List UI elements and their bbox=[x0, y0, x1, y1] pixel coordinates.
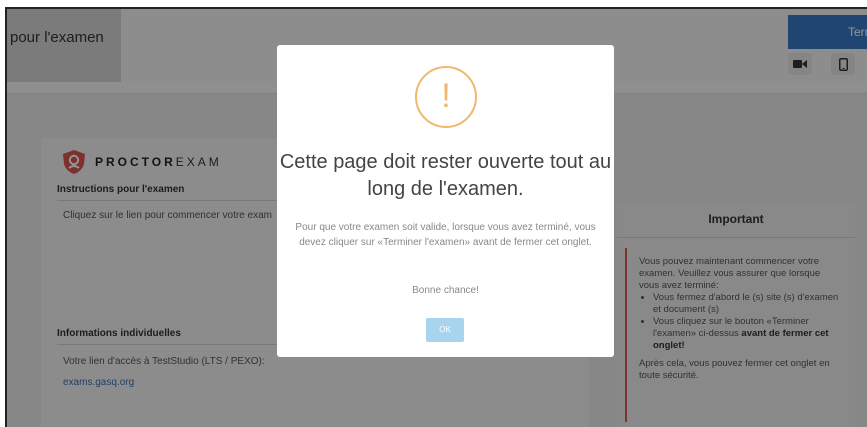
warning-exclamation-icon: ! bbox=[415, 66, 477, 128]
modal-good-luck: Bonne chance! bbox=[412, 285, 479, 296]
modal-title: Cette page doit rester ouverte tout au l… bbox=[279, 151, 612, 200]
ok-button[interactable]: OK bbox=[426, 318, 464, 342]
browser-viewport: pour l'examen Termi PROCTOREXAM Inst bbox=[5, 7, 867, 427]
modal-message: Pour que votre examen soit valide, lorsq… bbox=[295, 222, 596, 248]
warning-modal: ! Cette page doit rester ouverte tout au… bbox=[277, 45, 614, 357]
